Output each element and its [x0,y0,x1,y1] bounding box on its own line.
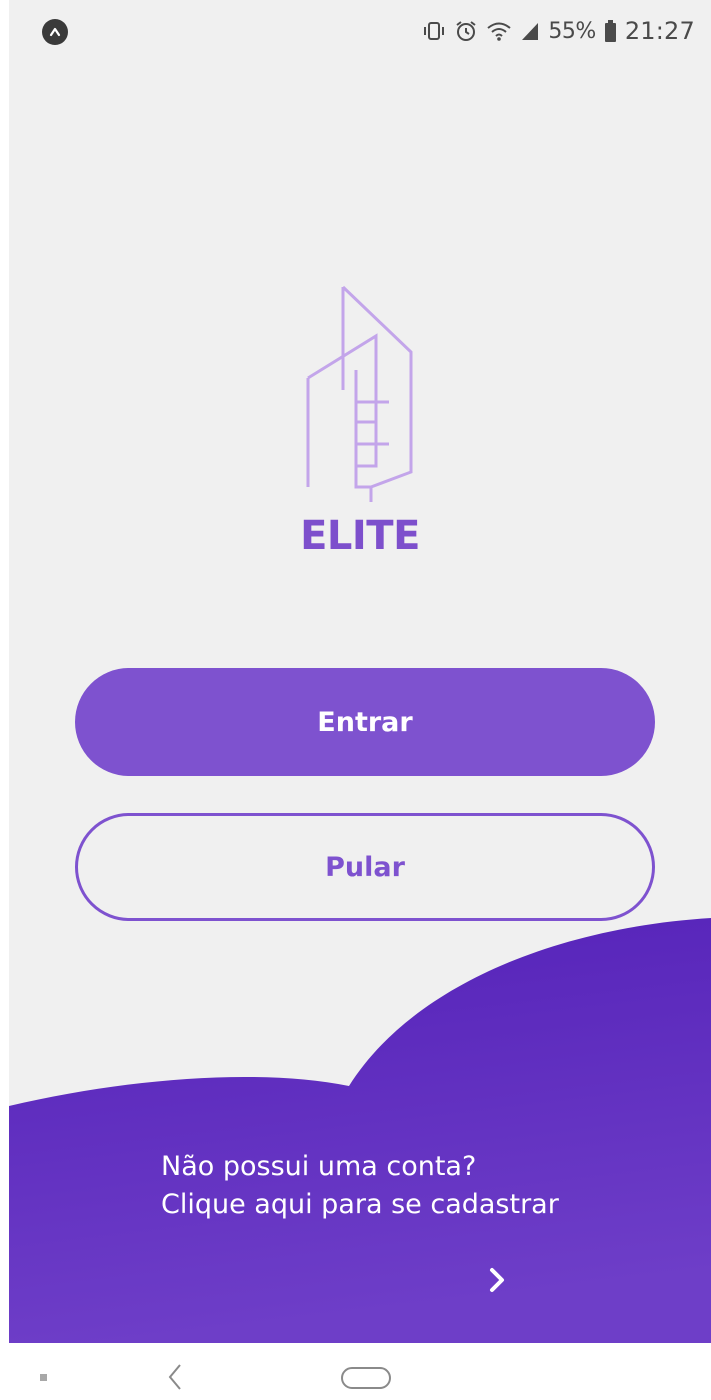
login-button-label: Entrar [317,706,413,738]
signal-icon [520,20,540,42]
brand-title: ELITE [300,513,420,559]
recents-icon[interactable] [40,1374,47,1381]
status-icons: 55% 21:27 [422,14,695,48]
back-icon[interactable] [165,1362,185,1392]
status-bar: 55% 21:27 [9,0,711,64]
signup-link[interactable]: Não possui uma conta? Clique aqui para s… [161,1148,559,1224]
alarm-icon [454,19,478,43]
wifi-icon [486,19,512,43]
login-button[interactable]: Entrar [75,668,655,776]
app-screen: 55% 21:27 ELITE Entrar Pular Não possui … [9,0,711,1343]
signup-call-to-action: Clique aqui para se cadastrar [161,1189,559,1220]
battery-percentage: 55% [548,18,596,44]
vibrate-icon [422,19,446,43]
building-logo-icon [306,285,413,502]
chevron-right-icon[interactable] [483,1266,511,1294]
skip-button-label: Pular [325,851,405,883]
battery-icon [604,19,617,43]
clock: 21:27 [624,17,695,45]
signup-wave-background[interactable] [9,900,711,1343]
notification-app-icon [42,19,68,45]
home-icon[interactable] [340,1366,392,1390]
signup-question: Não possui uma conta? [161,1151,477,1182]
